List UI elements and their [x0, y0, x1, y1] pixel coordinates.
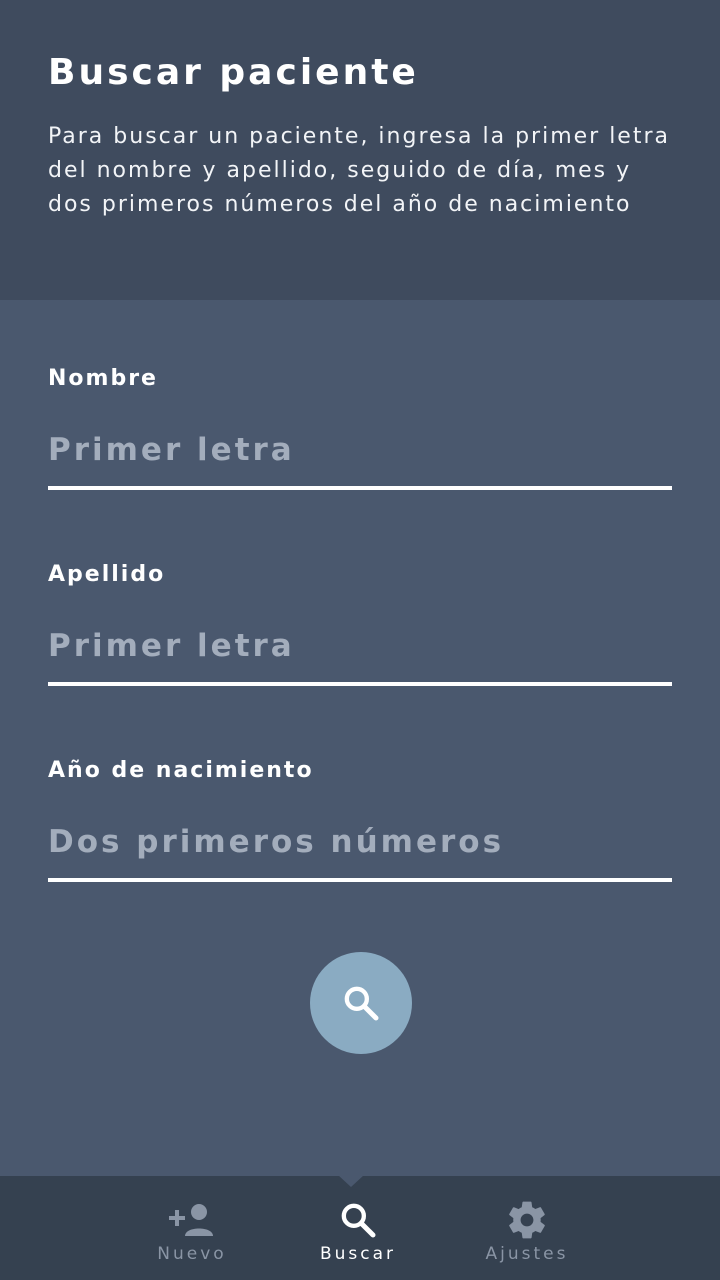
birth-year-input[interactable]	[48, 824, 672, 882]
birth-year-label: Año de nacimiento	[48, 758, 314, 783]
add-person-icon	[169, 1204, 213, 1236]
page-title: Buscar paciente	[48, 52, 419, 93]
nav-item-ajustes[interactable]: Ajustes	[457, 1176, 597, 1280]
bottom-navigation: Nuevo Buscar Ajustes	[0, 1175, 720, 1280]
nav-label-ajustes: Ajustes	[485, 1244, 569, 1264]
nav-item-nuevo[interactable]: Nuevo	[122, 1176, 262, 1280]
gear-icon	[509, 1201, 545, 1239]
search-icon	[341, 1203, 376, 1238]
first-name-label: Nombre	[48, 366, 158, 391]
first-name-input[interactable]	[48, 432, 672, 490]
last-name-label: Apellido	[48, 562, 166, 587]
search-instructions: Para buscar un paciente, ingresa la prim…	[48, 124, 670, 217]
nav-item-buscar[interactable]: Buscar	[288, 1176, 428, 1280]
nav-label-buscar: Buscar	[319, 1244, 397, 1264]
last-name-field: Apellido	[48, 560, 672, 686]
last-name-input[interactable]	[48, 628, 672, 686]
search-button[interactable]	[310, 952, 412, 1054]
first-name-field: Nombre	[48, 364, 672, 490]
search-icon	[344, 986, 379, 1021]
birth-year-field: Año de nacimiento	[48, 756, 672, 882]
nav-label-nuevo: Nuevo	[157, 1244, 227, 1264]
page-header: Buscar paciente Para buscar un paciente,…	[0, 0, 720, 300]
